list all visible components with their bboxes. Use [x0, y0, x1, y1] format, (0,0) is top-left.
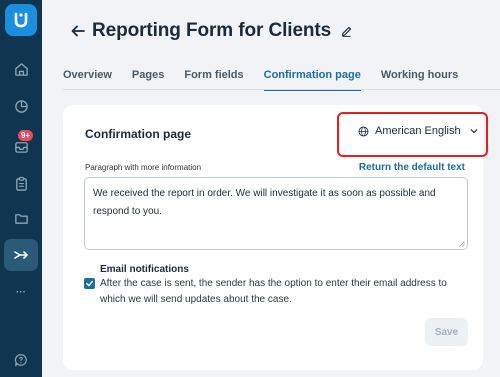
- help-icon[interactable]: [9, 348, 33, 372]
- inbox-count-badge: 9+: [18, 130, 34, 141]
- email-notifications-description: After the case is sent, the sender has t…: [100, 278, 447, 305]
- tab-bar: Overview Pages Form fields Confirmation …: [63, 69, 478, 91]
- sidebar: 9+ ···: [0, 0, 42, 377]
- home-icon[interactable]: [9, 57, 33, 81]
- tab-pages[interactable]: Pages: [132, 69, 164, 91]
- paragraph-textarea[interactable]: We received the report in order. We will…: [84, 177, 468, 250]
- checkmark-icon: [86, 280, 94, 287]
- tab-working-hours[interactable]: Working hours: [381, 69, 458, 91]
- page-header: Reporting Form for Clients: [70, 20, 353, 42]
- resize-handle-icon[interactable]: [459, 241, 465, 247]
- edit-pencil-icon[interactable]: [340, 25, 353, 38]
- return-default-link[interactable]: Return the default text: [359, 162, 465, 173]
- back-arrow-icon[interactable]: [70, 23, 86, 39]
- more-icon[interactable]: ···: [9, 280, 33, 304]
- page-title: Reporting Form for Clients: [92, 20, 332, 41]
- highlight-box: [337, 112, 488, 157]
- integrations-icon[interactable]: [4, 239, 38, 271]
- logo-icon[interactable]: [5, 4, 37, 36]
- chart-icon[interactable]: [9, 94, 33, 118]
- paragraph-field-label: Paragraph with more information: [85, 163, 202, 172]
- tabs-divider: [63, 89, 500, 90]
- email-notifications-title: Email notifications: [100, 264, 189, 275]
- tab-form-fields[interactable]: Form fields: [184, 69, 243, 91]
- clipboard-icon[interactable]: [9, 171, 33, 195]
- tab-confirmation-page[interactable]: Confirmation page: [263, 69, 361, 91]
- paragraph-text: We received the report in order. We will…: [93, 188, 436, 217]
- email-notifications-checkbox[interactable]: [84, 278, 95, 289]
- card-title: Confirmation page: [85, 127, 192, 141]
- save-button[interactable]: Save: [425, 318, 468, 346]
- folder-icon[interactable]: [9, 206, 33, 230]
- tab-overview[interactable]: Overview: [63, 69, 112, 91]
